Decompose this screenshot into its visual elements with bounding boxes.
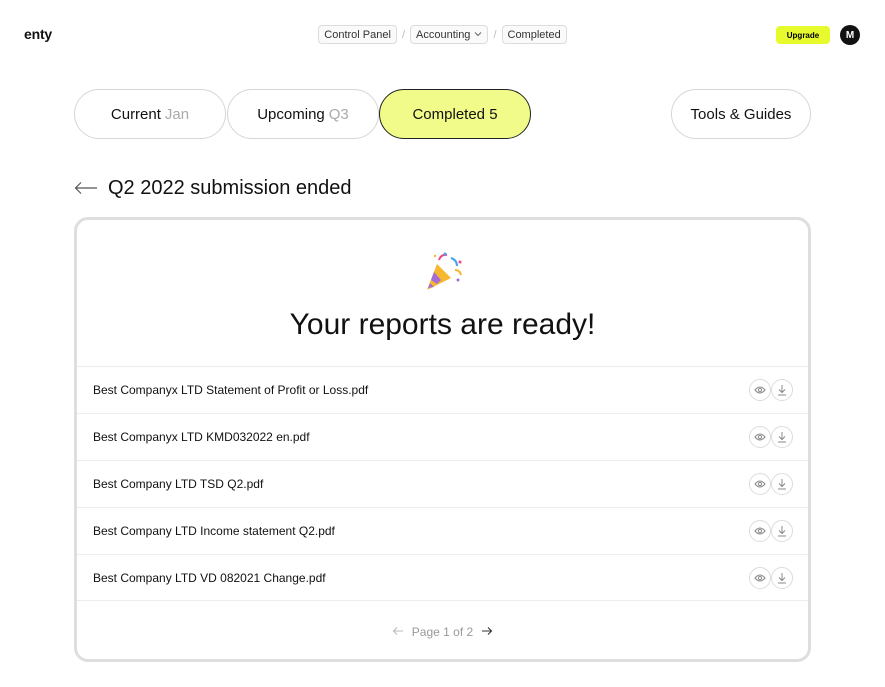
card-title: Your reports are ready! (289, 308, 596, 341)
file-name[interactable]: Best Companyx LTD Statement of Profit or… (93, 383, 368, 397)
section-header: Q2 2022 submission ended (74, 176, 352, 200)
breadcrumb-separator: / (401, 28, 405, 41)
breadcrumb-control-panel[interactable]: Control Panel (318, 25, 397, 44)
download-icon[interactable] (771, 473, 793, 495)
file-actions (749, 426, 793, 448)
reports-card: Your reports are ready! Best Companyx LT… (74, 217, 811, 662)
arrow-right-icon[interactable] (481, 625, 493, 639)
pagination: Page 1 of 2 (77, 625, 808, 639)
breadcrumb-label: Control Panel (324, 28, 391, 41)
tab-label: Completed (412, 105, 486, 123)
eye-icon[interactable] (749, 426, 771, 448)
file-actions (749, 379, 793, 401)
eye-icon[interactable] (749, 520, 771, 542)
file-actions (749, 566, 793, 589)
breadcrumb-completed[interactable]: Completed (501, 25, 567, 44)
section-title: Q2 2022 submission ended (108, 176, 352, 199)
eye-icon[interactable] (749, 566, 771, 589)
tab-sub-label: Jan (164, 105, 190, 123)
file-row: Best Company LTD Income statement Q2.pdf (77, 507, 808, 554)
tab-completed[interactable]: Completed 5 (379, 89, 531, 139)
eye-icon[interactable] (749, 473, 771, 495)
tab-count: 5 (489, 105, 498, 123)
chevron-down-icon (474, 30, 482, 39)
tab-current[interactable]: Current Jan (74, 89, 226, 139)
tab-label: Upcoming (257, 105, 325, 123)
breadcrumb-label: Accounting (416, 28, 471, 41)
file-row: Best Companyx LTD Statement of Profit or… (77, 366, 808, 413)
breadcrumb: Control Panel / Accounting / Completed (0, 25, 885, 44)
file-row: Best Companyx LTD KMD032022 en.pdf (77, 413, 808, 460)
file-actions (749, 473, 793, 495)
file-name[interactable]: Best Company LTD VD 082021 Change.pdf (93, 571, 326, 585)
file-name[interactable]: Best Company LTD TSD Q2.pdf (93, 477, 263, 491)
breadcrumb-accounting[interactable]: Accounting (410, 25, 489, 44)
tab-upcoming[interactable]: Upcoming Q3 (227, 89, 379, 139)
file-row: Best Company LTD TSD Q2.pdf (77, 460, 808, 507)
file-actions (749, 520, 793, 542)
file-name[interactable]: Best Companyx LTD KMD032022 en.pdf (93, 430, 310, 444)
file-row: Best Company LTD VD 082021 Change.pdf (77, 554, 808, 601)
file-name[interactable]: Best Company LTD Income statement Q2.pdf (93, 524, 335, 538)
tab-sub-label: Q3 (328, 105, 349, 123)
upgrade-button[interactable]: Upgrade (776, 26, 830, 44)
page-indicator: Page 1 of 2 (411, 625, 474, 639)
download-icon[interactable] (771, 566, 793, 589)
breadcrumb-label: Completed (507, 28, 561, 41)
tab-label: Current (110, 105, 161, 123)
file-list: Best Companyx LTD Statement of Profit or… (77, 366, 808, 601)
download-icon[interactable] (771, 379, 793, 401)
download-icon[interactable] (771, 426, 793, 448)
avatar[interactable]: M (840, 25, 860, 45)
tools-guides-button[interactable]: Tools & Guides (671, 89, 811, 139)
download-icon[interactable] (771, 520, 793, 542)
arrow-left-icon[interactable] (74, 176, 98, 200)
eye-icon[interactable] (749, 379, 771, 401)
breadcrumb-separator: / (493, 28, 497, 41)
arrow-left-icon[interactable] (392, 625, 404, 639)
party-popper-icon (423, 250, 465, 292)
